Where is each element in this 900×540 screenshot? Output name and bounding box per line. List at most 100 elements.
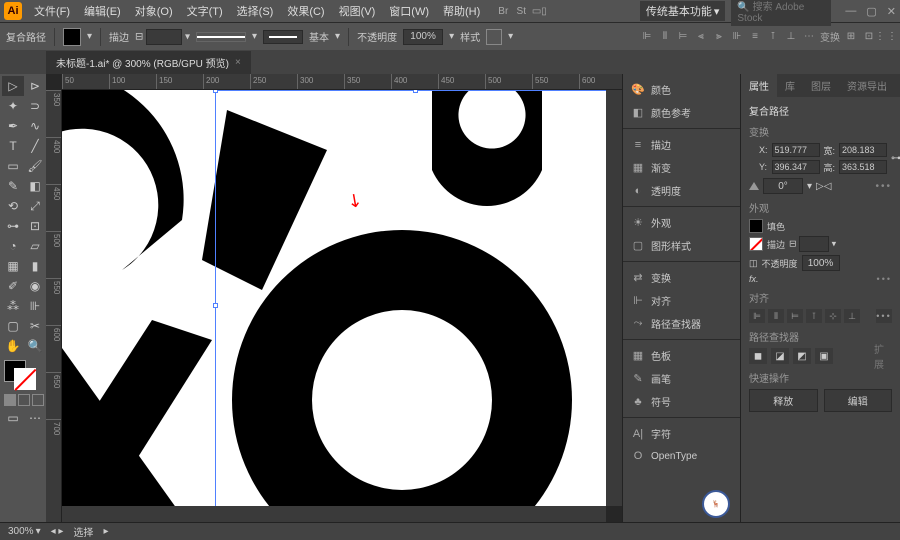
scrollbar-horizontal[interactable] [62, 506, 606, 522]
window-max[interactable]: ▢ [866, 5, 876, 18]
brush-tool[interactable]: 🖌 [24, 156, 46, 176]
align-vc[interactable]: ⊹ [825, 309, 841, 323]
graphic-style-swatch[interactable] [486, 29, 502, 45]
artwork[interactable] [62, 90, 606, 506]
graph-tool[interactable]: ⊪ [24, 296, 46, 316]
search-stock[interactable]: 🔍 搜索 Adobe Stock [731, 0, 831, 26]
pf-exclude[interactable]: ▣ [815, 348, 833, 364]
h-input[interactable] [839, 160, 887, 174]
screen-mode[interactable]: ▭ [2, 408, 24, 428]
fx-button[interactable]: fx. [749, 274, 759, 284]
flip-h-icon[interactable]: ▷◁ [816, 181, 831, 192]
panel-透明度[interactable]: ◐透明度 [623, 179, 740, 202]
panel-OpenType[interactable]: OOpenType [623, 445, 740, 467]
align-icon[interactable]: ≡ [748, 30, 762, 44]
align-icon[interactable]: ⊪ [730, 30, 744, 44]
menu-view[interactable]: 视图(V) [333, 1, 382, 21]
align-hc[interactable]: ⫴ [768, 309, 784, 323]
stroke-swatch[interactable] [749, 237, 763, 251]
menu-help[interactable]: 帮助(H) [437, 1, 486, 21]
panel-图形样式[interactable]: ▢图形样式 [623, 234, 740, 257]
magic-wand-tool[interactable]: ✦ [2, 96, 24, 116]
opacity-icon[interactable]: ◫ [749, 258, 758, 269]
free-transform-tool[interactable]: ⊡ [24, 216, 46, 236]
panel-变换[interactable]: ⇄变换 [623, 266, 740, 289]
transform-more[interactable]: ••• [875, 181, 892, 192]
workspace-selector[interactable]: 传统基本功能 ▾ [640, 1, 726, 21]
panel-画笔[interactable]: ✎画笔 [623, 367, 740, 390]
stroke-w-stepper[interactable]: ⊟ ▾ [789, 236, 836, 252]
fill-stroke-swatches[interactable] [2, 360, 42, 392]
isolate-icon[interactable]: ⊞ [844, 30, 858, 44]
appearance-more[interactable]: ••• [877, 274, 892, 284]
scale-tool[interactable]: ⤢ [24, 196, 46, 216]
stroke-weight-stepper[interactable]: ⊟ ▾ [135, 29, 190, 45]
menu-object[interactable]: 对象(O) [129, 1, 179, 21]
menu-type[interactable]: 文字(T) [181, 1, 229, 21]
align-icon[interactable]: ⫴ [658, 30, 672, 44]
hand-tool[interactable]: ✋ [2, 336, 24, 356]
align-b[interactable]: ⊥ [844, 309, 860, 323]
align-t[interactable]: ⊺ [806, 309, 822, 323]
align-more[interactable]: ••• [876, 309, 892, 323]
y-input[interactable] [772, 160, 820, 174]
scrollbar-vertical[interactable] [606, 90, 622, 506]
align-l[interactable]: ⊫ [749, 309, 765, 323]
pen-tool[interactable]: ✒ [2, 116, 24, 136]
transform-anchor[interactable] [749, 148, 751, 170]
pf-unite[interactable]: ◼ [749, 348, 767, 364]
type-tool[interactable]: T [2, 136, 24, 156]
edit-toolbar[interactable]: ⋯ [24, 408, 46, 428]
tab-properties[interactable]: 属性 [741, 74, 777, 97]
link-wh-icon[interactable]: ⊶ [891, 153, 900, 164]
line-tool[interactable]: ╱ [24, 136, 46, 156]
rect-tool[interactable]: ▭ [2, 156, 24, 176]
menu-window[interactable]: 窗口(W) [383, 1, 435, 21]
slice-tool[interactable]: ✂ [24, 316, 46, 336]
w-input[interactable] [839, 143, 887, 157]
stroke-profile[interactable] [196, 32, 246, 42]
curvature-tool[interactable]: ∿ [24, 116, 46, 136]
panel-对齐[interactable]: ⊩对齐 [623, 289, 740, 312]
artboard-tool[interactable]: ▢ [2, 316, 24, 336]
menu-edit[interactable]: 编辑(E) [78, 1, 127, 21]
opacity-input[interactable] [802, 255, 840, 271]
window-close[interactable]: ✕ [887, 5, 896, 18]
shape-builder-tool[interactable]: ◔ [2, 236, 24, 256]
rotate-tool[interactable]: ⟲ [2, 196, 24, 216]
panel-外观[interactable]: ☀外观 [623, 211, 740, 234]
canvas[interactable]: ↘ [62, 90, 606, 506]
align-r[interactable]: ⊨ [787, 309, 803, 323]
symbol-spray-tool[interactable]: ⁂ [2, 296, 24, 316]
stroke-style[interactable] [263, 30, 303, 44]
zoom-level[interactable]: 300% ▾ [8, 526, 41, 537]
menu-effect[interactable]: 效果(C) [281, 1, 330, 21]
header-icon-br[interactable]: Br [496, 4, 510, 18]
perspective-tool[interactable]: ▱ [24, 236, 46, 256]
window-min[interactable]: — [845, 5, 856, 18]
tab-layers[interactable]: 图层 [803, 74, 839, 97]
ruler-horizontal[interactable]: 50100150200250300350400450500550600 [62, 74, 622, 90]
transform-link[interactable]: 变换 [820, 30, 840, 44]
fill-swatch[interactable] [749, 219, 763, 233]
panel-渐变[interactable]: ▦渐变 [623, 156, 740, 179]
edit-button[interactable]: 编辑 [824, 389, 893, 412]
align-icon[interactable]: ⊺ [766, 30, 780, 44]
draw-modes[interactable] [4, 394, 44, 406]
tab-export[interactable]: 资源导出 [839, 74, 895, 97]
header-icon-arrange[interactable]: ▭▯ [532, 4, 546, 18]
panel-符号[interactable]: ♣符号 [623, 390, 740, 413]
mesh-tool[interactable]: ▦ [2, 256, 24, 276]
tab-libraries[interactable]: 库 [777, 74, 803, 97]
align-icon[interactable]: ⊥ [784, 30, 798, 44]
panel-字符[interactable]: A|字符 [623, 422, 740, 445]
eyedropper-tool[interactable]: ✐ [2, 276, 24, 296]
panel-路径查找器[interactable]: ⤳路径查找器 [623, 312, 740, 335]
shaper-tool[interactable]: ✎ [2, 176, 24, 196]
overflow-menu[interactable]: ⋮⋮ [880, 30, 894, 44]
align-icon[interactable]: ⊨ [676, 30, 690, 44]
align-icon[interactable]: ⫷ [694, 30, 708, 44]
release-button[interactable]: 释放 [749, 389, 818, 412]
eraser-tool[interactable]: ◧ [24, 176, 46, 196]
fill-swatch[interactable] [63, 28, 81, 46]
